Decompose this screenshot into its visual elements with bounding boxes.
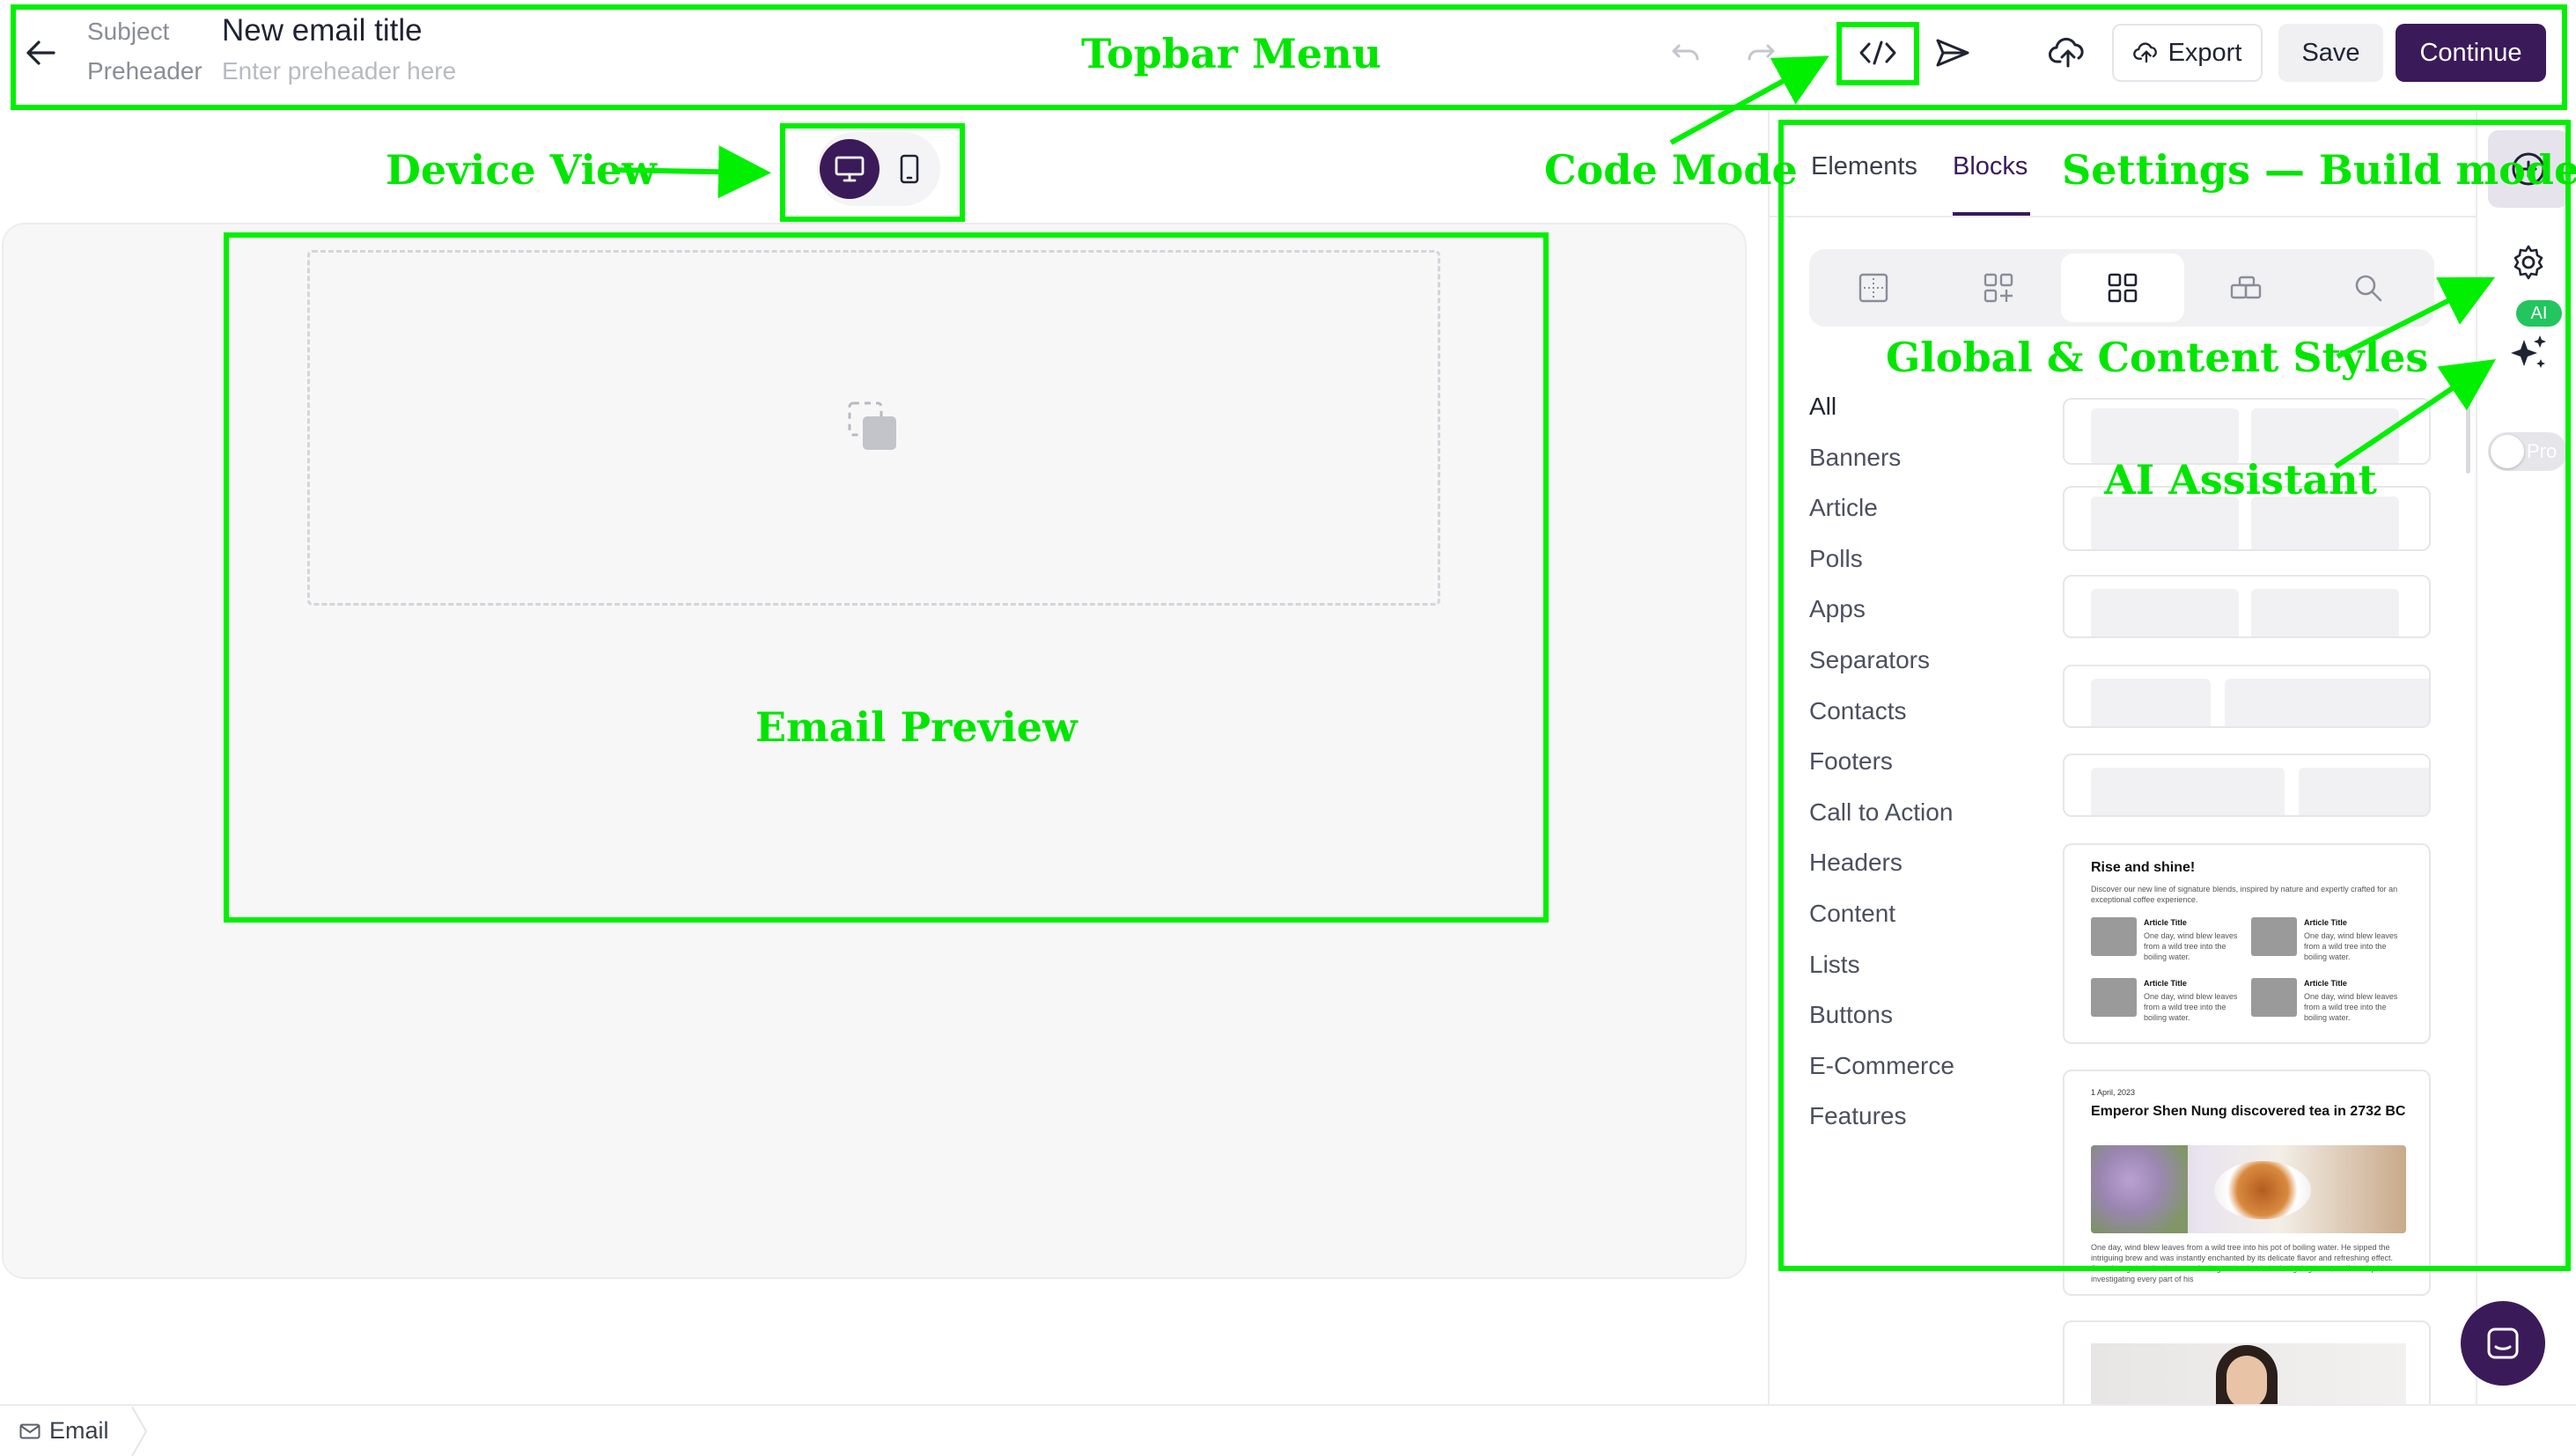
annotation-arrows xyxy=(612,55,2496,469)
arrow-code-mode xyxy=(1669,55,1829,145)
arrow-global-styles xyxy=(2336,276,2496,359)
arrow-device-view xyxy=(612,145,771,199)
arrow-ai-assistant xyxy=(2334,358,2496,469)
